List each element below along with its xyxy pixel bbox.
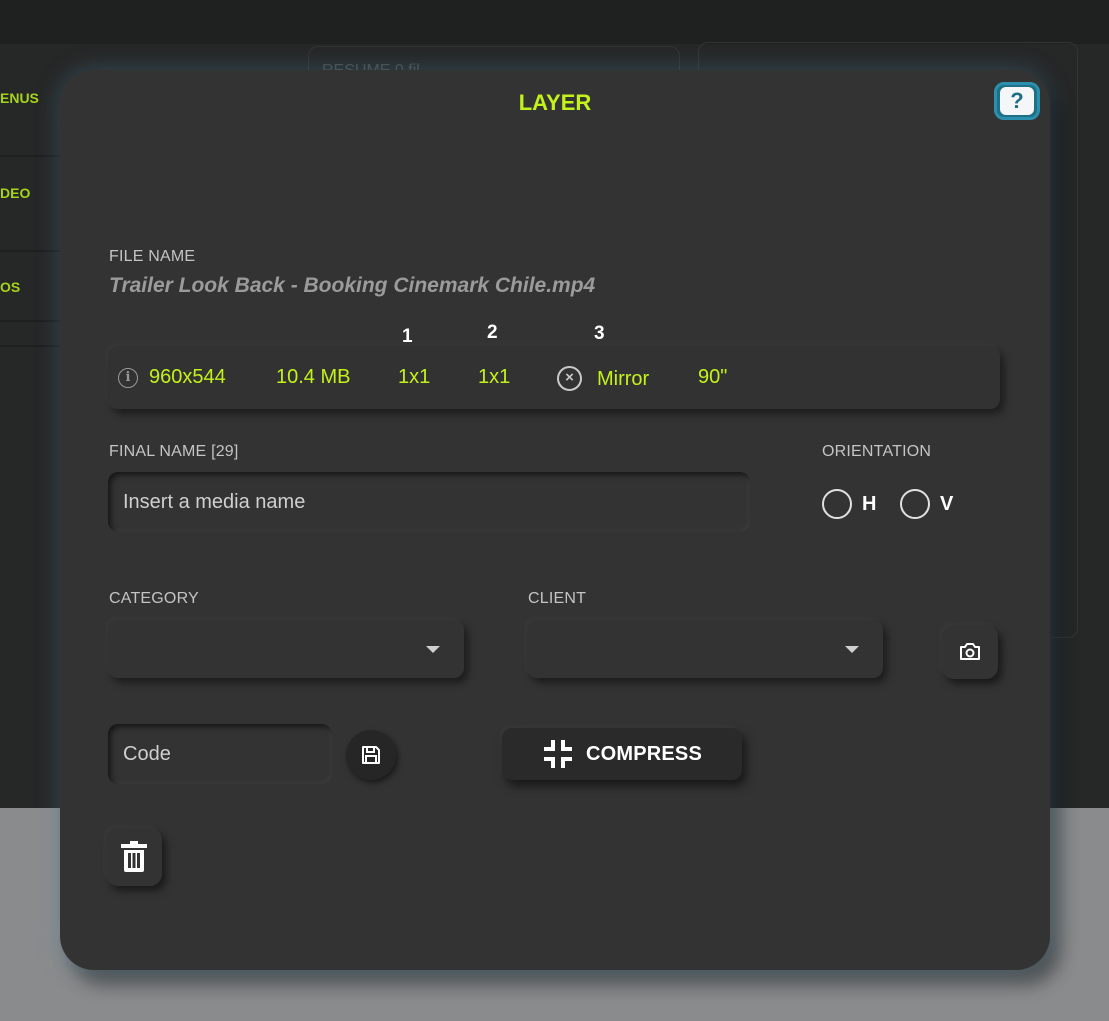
final-name-input-wrap — [108, 472, 750, 532]
client-label: CLIENT — [528, 590, 587, 607]
modal-title: LAYER — [518, 90, 592, 115]
ratio-1-value: 1x1 — [398, 366, 431, 388]
chevron-down-icon — [426, 646, 440, 653]
chevron-down-icon — [845, 646, 859, 653]
help-button[interactable]: ? — [994, 82, 1040, 120]
orientation-label: ORIENTATION — [822, 443, 932, 460]
file-name-label: FILE NAME — [109, 248, 196, 265]
save-code-button[interactable] — [346, 730, 396, 780]
client-select[interactable] — [527, 620, 883, 678]
trash-icon — [121, 841, 147, 872]
orientation-v-label: V — [940, 493, 954, 515]
code-input[interactable] — [108, 724, 332, 784]
code-input-wrap — [108, 724, 332, 784]
marker-2: 2 — [487, 322, 498, 343]
resolution-value: 960x544 — [149, 366, 226, 388]
mirror-value: Mirror — [597, 368, 650, 390]
media-info-bar: i 960x544 10.4 MB 1x1 1x1 × Mirror 90" — [108, 346, 1000, 409]
marker-3: 3 — [594, 323, 605, 344]
category-select[interactable] — [108, 620, 464, 678]
orientation-h-label: H — [862, 493, 877, 515]
category-label: CATEGORY — [109, 590, 199, 607]
file-name-value: Trailer Look Back - Booking Cinemark Chi… — [109, 274, 596, 297]
help-icon: ? — [1000, 87, 1034, 115]
compress-icon — [543, 740, 572, 768]
orientation-v-radio[interactable] — [900, 489, 930, 519]
info-icon: i — [118, 368, 138, 388]
final-name-label: FINAL NAME [29] — [109, 443, 239, 460]
final-name-input[interactable] — [108, 472, 750, 532]
save-icon — [362, 746, 380, 764]
background-topbar — [0, 0, 1109, 44]
camera-icon — [960, 643, 980, 660]
marker-1: 1 — [402, 326, 413, 347]
snapshot-button[interactable] — [942, 625, 998, 679]
delete-button[interactable] — [106, 828, 162, 886]
close-circle-icon[interactable]: × — [557, 366, 582, 391]
layer-modal: LAYER ? FILE NAME Trailer Look Back - Bo… — [60, 70, 1050, 970]
compress-label: COMPRESS — [585, 742, 703, 765]
file-size-value: 10.4 MB — [276, 366, 351, 388]
orientation-h-radio[interactable] — [822, 489, 852, 519]
ratio-2-value: 1x1 — [478, 366, 511, 388]
rotation-value: 90" — [698, 366, 728, 388]
compress-button[interactable]: COMPRESS — [502, 728, 742, 780]
